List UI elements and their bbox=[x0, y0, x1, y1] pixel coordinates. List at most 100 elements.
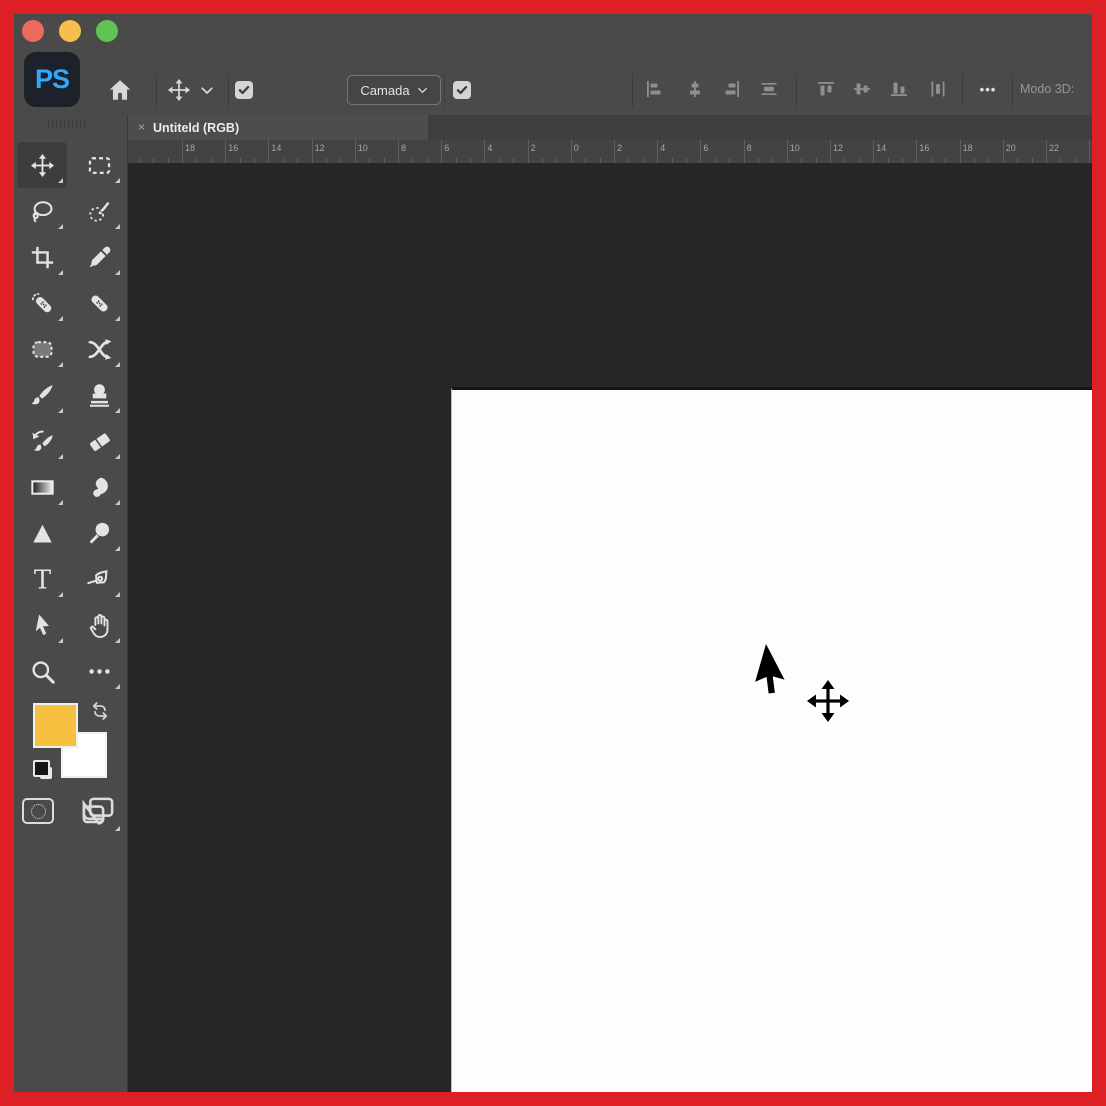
divider bbox=[156, 74, 157, 107]
flyout-indicator bbox=[115, 178, 120, 183]
swap-colors-icon[interactable] bbox=[90, 701, 110, 721]
tool-brush[interactable] bbox=[17, 372, 67, 418]
more-align-options-button[interactable]: ••• bbox=[976, 79, 1000, 99]
ruler-label: 2 bbox=[617, 143, 622, 153]
tool-quick-select[interactable] bbox=[74, 188, 124, 234]
flyout-indicator bbox=[58, 592, 63, 597]
tool-sharpen[interactable] bbox=[17, 510, 67, 556]
smudge-icon bbox=[86, 474, 113, 501]
sharpen-icon bbox=[29, 520, 56, 547]
align-bottom-edges-icon[interactable] bbox=[889, 79, 909, 99]
pen-icon bbox=[86, 566, 113, 593]
flyout-indicator bbox=[115, 638, 120, 643]
align-middle-icon[interactable] bbox=[852, 79, 872, 99]
align-vertical-centers-distribute-icon[interactable] bbox=[759, 79, 779, 99]
tool-hand[interactable] bbox=[74, 602, 124, 648]
distribute-horizontally-icon[interactable] bbox=[928, 79, 948, 99]
layer-select-label: Camada bbox=[360, 83, 409, 98]
divider bbox=[632, 74, 633, 107]
ruler: 18161412108642024681012141618202224 bbox=[128, 140, 1092, 163]
layer-select-dropdown[interactable]: Camada bbox=[347, 75, 441, 105]
window-frame: PS Camada bbox=[0, 0, 1106, 1106]
ruler-tick bbox=[1046, 140, 1047, 163]
ruler-tick bbox=[484, 140, 485, 163]
tool-patch[interactable] bbox=[17, 326, 67, 372]
svg-text:T: T bbox=[33, 566, 50, 593]
minimize-button[interactable] bbox=[59, 20, 81, 42]
tool-eraser[interactable] bbox=[74, 418, 124, 464]
tool-move[interactable] bbox=[17, 142, 67, 188]
spot-healing-icon bbox=[29, 290, 56, 317]
ruler-tick bbox=[1003, 140, 1004, 163]
flyout-indicator bbox=[115, 316, 120, 321]
app-window: PS Camada bbox=[14, 14, 1092, 1092]
quick-mask-button[interactable] bbox=[22, 798, 54, 824]
move-tool-option-icon[interactable] bbox=[166, 77, 192, 103]
transform-controls-checkbox[interactable] bbox=[453, 81, 471, 99]
content-aware-move-icon bbox=[86, 336, 113, 363]
zoom-button[interactable] bbox=[96, 20, 118, 42]
tool-lasso[interactable] bbox=[17, 188, 67, 234]
tool-zoom[interactable] bbox=[17, 648, 67, 694]
tool-more-tools[interactable] bbox=[74, 648, 124, 694]
panel-grip-handle[interactable] bbox=[48, 120, 88, 127]
tool-eyedropper[interactable] bbox=[74, 234, 124, 280]
ruler-label: 10 bbox=[790, 143, 800, 153]
ruler-tick bbox=[528, 140, 529, 163]
document-tab[interactable]: × Untiteld (RGB) bbox=[128, 115, 428, 140]
flyout-indicator bbox=[58, 178, 63, 183]
align-right-edges-icon[interactable] bbox=[722, 79, 742, 99]
close-button[interactable] bbox=[22, 20, 44, 42]
ruler-tick bbox=[268, 140, 269, 163]
tool-spot-healing[interactable] bbox=[17, 280, 67, 326]
align-left-edges-icon[interactable] bbox=[644, 79, 664, 99]
tool-smudge[interactable] bbox=[74, 464, 124, 510]
home-icon[interactable] bbox=[107, 77, 133, 103]
ruler-label: 20 bbox=[1006, 143, 1016, 153]
ruler-label: 18 bbox=[185, 143, 195, 153]
foreground-swatch[interactable] bbox=[33, 703, 78, 748]
tool-dodge[interactable] bbox=[74, 510, 124, 556]
flyout-indicator bbox=[115, 684, 120, 689]
patch-icon bbox=[29, 336, 56, 363]
tool-rect-marquee[interactable] bbox=[74, 142, 124, 188]
tool-crop[interactable] bbox=[17, 234, 67, 280]
eraser-icon bbox=[86, 428, 113, 455]
flyout-indicator bbox=[58, 270, 63, 275]
auto-select-checkbox[interactable] bbox=[235, 81, 253, 99]
tool-pen[interactable] bbox=[74, 556, 124, 602]
quick-select-icon bbox=[86, 198, 113, 225]
tool-gradient[interactable] bbox=[17, 464, 67, 510]
tool-path-select[interactable] bbox=[17, 602, 67, 648]
ruler-label: 14 bbox=[876, 143, 886, 153]
screen-mode-button[interactable] bbox=[80, 795, 116, 827]
gradient-icon bbox=[29, 474, 56, 501]
flyout-indicator bbox=[115, 224, 120, 229]
healing-brush-icon bbox=[86, 290, 113, 317]
tool-clone-stamp[interactable] bbox=[74, 372, 124, 418]
tool-type[interactable]: T bbox=[17, 556, 67, 602]
tool-healing-brush[interactable] bbox=[74, 280, 124, 326]
check-icon bbox=[455, 83, 469, 97]
tool-history-brush[interactable] bbox=[17, 418, 67, 464]
align-top-edges-icon[interactable] bbox=[816, 79, 836, 99]
ruler-tick bbox=[614, 140, 615, 163]
align-horizontal-centers-icon[interactable] bbox=[685, 79, 705, 99]
mode-3d-label: Modo 3D: bbox=[1020, 82, 1074, 96]
tool-content-aware-move[interactable] bbox=[74, 326, 124, 372]
eyedropper-icon bbox=[86, 244, 113, 271]
default-colors-icon[interactable] bbox=[33, 760, 54, 781]
dodge-icon bbox=[86, 520, 113, 547]
flyout-indicator bbox=[115, 592, 120, 597]
tab-close-icon[interactable]: × bbox=[138, 120, 145, 134]
flyout-indicator bbox=[115, 408, 120, 413]
chevron-down-icon[interactable] bbox=[199, 77, 215, 103]
ruler-label: 14 bbox=[271, 143, 281, 153]
photoshop-logo[interactable]: PS bbox=[24, 52, 80, 107]
type-icon: T bbox=[29, 566, 56, 593]
pointer-arrow-cursor bbox=[752, 641, 804, 703]
ruler-tick bbox=[916, 140, 917, 163]
divider bbox=[962, 74, 963, 107]
ruler-tick bbox=[312, 140, 313, 163]
flyout-indicator bbox=[58, 638, 63, 643]
